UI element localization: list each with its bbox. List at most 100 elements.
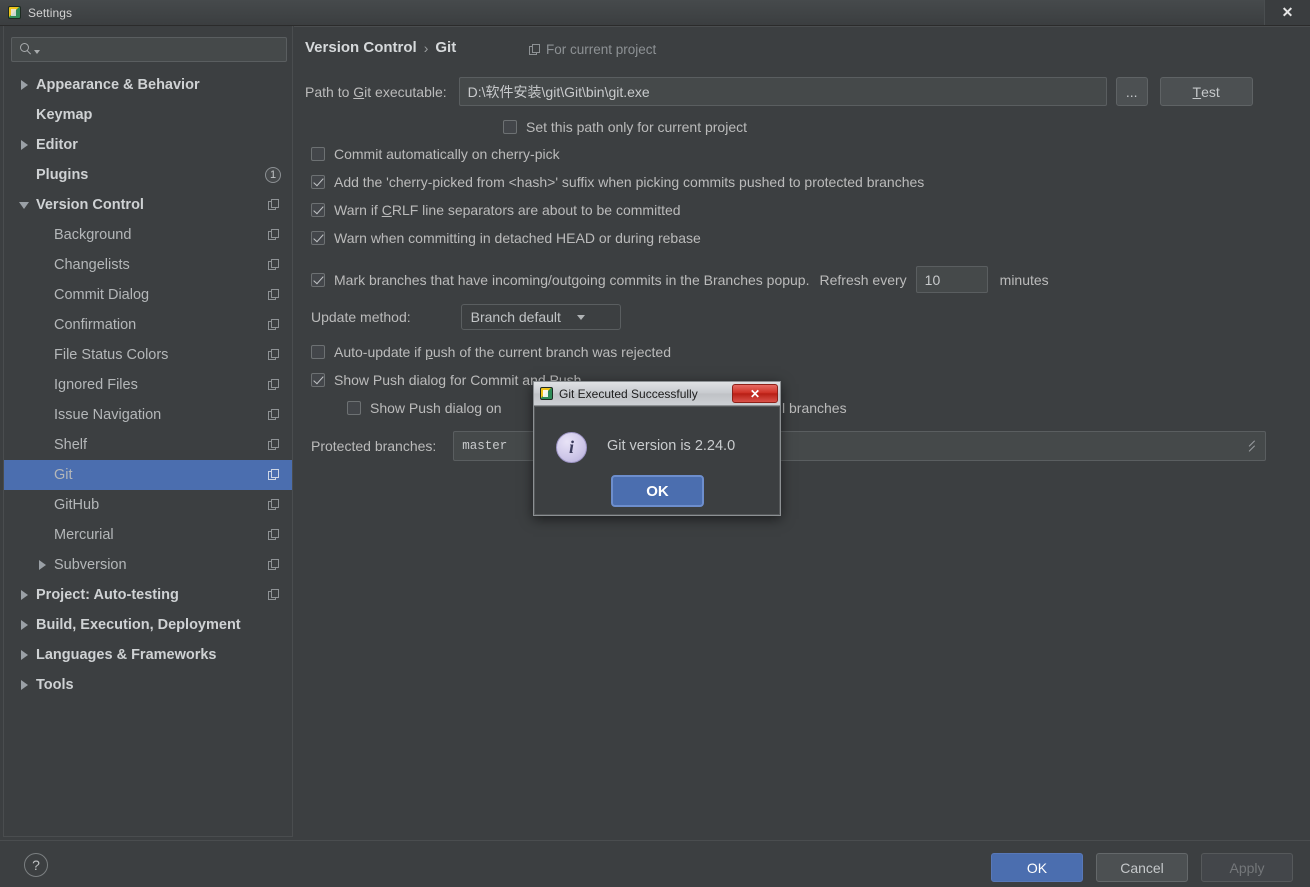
set-path-current-project-checkbox[interactable] (503, 120, 517, 134)
mark-branches-label: Mark branches that have incoming/outgoin… (334, 271, 810, 288)
show-push-dialog-protected-label-left: Show Push dialog on (370, 400, 502, 416)
sidebar-item-file-status-colors[interactable]: File Status Colors (4, 340, 292, 370)
project-scope-icon (529, 44, 540, 55)
sidebar-item-git[interactable]: Git (4, 460, 292, 490)
settings-tree: Appearance & Behavior Keymap Editor Plugins… (4, 70, 292, 836)
sidebar-item-label: Tools (36, 677, 74, 693)
update-method-value: Branch default (470, 309, 561, 325)
scope-note: For current project (529, 42, 656, 57)
add-cherry-picked-suffix-checkbox[interactable] (311, 175, 325, 189)
update-method-combobox[interactable]: Branch default (460, 304, 621, 330)
commit-auto-cherry-pick-label: Commit automatically on cherry-pick (334, 146, 560, 162)
browse-button[interactable]: ... (1115, 77, 1148, 106)
chevron-right-icon[interactable] (18, 78, 32, 92)
show-push-dialog-protected-row[interactable]: Show Push dialog on (347, 400, 502, 416)
settings-sidebar: Appearance & Behavior Keymap Editor Plugins… (3, 26, 293, 837)
search-field[interactable] (11, 37, 287, 62)
protected-branches-label: Protected branches: (311, 438, 437, 454)
dialog-ok-button[interactable]: OK (611, 475, 704, 507)
refresh-interval-input[interactable] (915, 266, 988, 293)
window-close-button[interactable]: ✕ (1264, 0, 1310, 25)
plugins-update-badge: 1 (265, 167, 281, 183)
show-push-dialog-checkbox[interactable] (311, 373, 325, 387)
test-button[interactable]: Test (1159, 77, 1253, 106)
settings-content-panel: Version Control › Git For current projec… (294, 26, 1310, 837)
commit-auto-cherry-pick-checkbox[interactable] (311, 147, 325, 161)
help-button[interactable]: ? (24, 853, 48, 877)
sidebar-item-plugins[interactable]: Plugins 1 (4, 160, 292, 190)
git-executable-path-input[interactable] (458, 77, 1107, 106)
project-scope-icon (268, 469, 279, 480)
sidebar-item-project-auto-testing[interactable]: Project: Auto-testing (4, 580, 292, 610)
search-icon (20, 43, 33, 56)
project-scope-icon (268, 259, 279, 270)
sidebar-item-editor[interactable]: Editor (4, 130, 292, 160)
project-scope-icon (268, 559, 279, 570)
chevron-right-icon[interactable] (18, 588, 32, 602)
expand-icon[interactable] (1246, 440, 1258, 453)
set-path-current-project-row[interactable]: Set this path only for current project (503, 119, 747, 135)
show-push-dialog-protected-checkbox[interactable] (347, 401, 361, 415)
warn-detached-head-row[interactable]: Warn when committing in detached HEAD or… (311, 230, 701, 246)
project-scope-icon (268, 439, 279, 450)
sidebar-item-subversion[interactable]: Subversion (4, 550, 292, 580)
sidebar-item-build-execution-deployment[interactable]: Build, Execution, Deployment (4, 610, 292, 640)
dialog-close-button[interactable]: ✕ (732, 384, 778, 403)
sidebar-item-label: Keymap (36, 107, 93, 123)
sidebar-item-github[interactable]: GitHub (4, 490, 292, 520)
dialog-button-bar: ? OK Cancel Apply (0, 840, 1310, 887)
sidebar-item-label: Languages & Frameworks (36, 647, 217, 663)
chevron-down-icon[interactable] (18, 198, 32, 212)
auto-update-checkbox[interactable] (311, 345, 325, 359)
sidebar-item-label: GitHub (54, 497, 100, 513)
dialog-title: Git Executed Successfully (559, 386, 698, 401)
breadcrumb-section[interactable]: Version Control (305, 39, 417, 56)
sidebar-item-background[interactable]: Background (4, 220, 292, 250)
ok-button[interactable]: OK (991, 853, 1083, 882)
cancel-button[interactable]: Cancel (1096, 853, 1188, 882)
warn-crlf-row[interactable]: Warn if CRLF line separators are about t… (311, 202, 681, 218)
sidebar-item-issue-navigation[interactable]: Issue Navigation (4, 400, 292, 430)
commit-auto-cherry-pick-row[interactable]: Commit automatically on cherry-pick (311, 146, 560, 162)
chevron-right-icon[interactable] (18, 138, 32, 152)
project-scope-icon (268, 199, 279, 210)
sidebar-item-label: Version Control (36, 197, 144, 213)
git-executed-dialog: Git Executed Successfully ✕ i Git versio… (533, 381, 781, 516)
project-scope-icon (268, 319, 279, 330)
sidebar-item-shelf[interactable]: Shelf (4, 430, 292, 460)
sidebar-item-languages-frameworks[interactable]: Languages & Frameworks (4, 640, 292, 670)
mark-branches-checkbox[interactable] (311, 272, 325, 287)
chevron-right-icon[interactable] (18, 678, 32, 692)
warn-detached-head-checkbox[interactable] (311, 231, 325, 245)
window-title: Settings (28, 5, 73, 20)
sidebar-item-mercurial[interactable]: Mercurial (4, 520, 292, 550)
protected-branches-row: Protected branches: (311, 431, 1267, 461)
sidebar-item-appearance-behavior[interactable]: Appearance & Behavior (4, 70, 292, 100)
sidebar-item-changelists[interactable]: Changelists (4, 250, 292, 280)
chevron-right-icon[interactable] (18, 648, 32, 662)
auto-update-label: Auto-update if push of the current branc… (334, 344, 671, 360)
sidebar-item-confirmation[interactable]: Confirmation (4, 310, 292, 340)
warn-crlf-checkbox[interactable] (311, 203, 325, 217)
set-path-current-project-label: Set this path only for current project (526, 119, 747, 135)
warn-crlf-label: Warn if CRLF line separators are about t… (334, 202, 681, 218)
add-cherry-picked-suffix-row[interactable]: Add the 'cherry-picked from <hash>' suff… (311, 174, 924, 190)
minutes-label: minutes (999, 271, 1049, 288)
sidebar-item-ignored-files[interactable]: Ignored Files (4, 370, 292, 400)
apply-button[interactable]: Apply (1201, 853, 1293, 882)
dialog-titlebar: Git Executed Successfully ✕ (534, 382, 780, 406)
auto-update-row[interactable]: Auto-update if push of the current branc… (311, 344, 671, 360)
chevron-right-icon[interactable] (36, 558, 50, 572)
search-input[interactable] (40, 41, 286, 58)
mark-branches-row[interactable]: Mark branches that have incoming/outgoin… (311, 266, 1049, 293)
sidebar-item-commit-dialog[interactable]: Commit Dialog (4, 280, 292, 310)
sidebar-item-version-control[interactable]: Version Control (4, 190, 292, 220)
sidebar-item-label: Plugins (36, 167, 89, 183)
sidebar-item-label: Ignored Files (54, 377, 138, 393)
project-scope-icon (268, 229, 279, 240)
project-scope-icon (268, 499, 279, 510)
add-cherry-picked-suffix-label: Add the 'cherry-picked from <hash>' suff… (334, 174, 925, 190)
chevron-right-icon[interactable] (18, 618, 32, 632)
sidebar-item-tools[interactable]: Tools (4, 670, 292, 700)
sidebar-item-keymap[interactable]: Keymap (4, 100, 292, 130)
